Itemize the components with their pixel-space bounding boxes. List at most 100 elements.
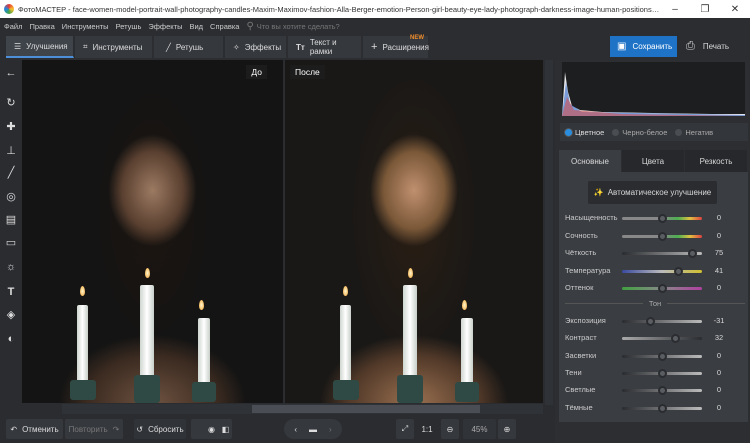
search-input[interactable]: ⚲ Что вы хотите сделать? bbox=[246, 21, 339, 32]
slider-handle[interactable] bbox=[658, 368, 667, 378]
menu-retouch[interactable]: Ретушь bbox=[116, 22, 142, 31]
slider-value[interactable]: 32 bbox=[710, 333, 728, 342]
slider-value[interactable]: 0 bbox=[710, 283, 728, 292]
slider-handle[interactable] bbox=[688, 249, 697, 258]
slider-value[interactable]: 75 bbox=[710, 248, 728, 257]
restore-button[interactable]: ❐ bbox=[690, 4, 720, 15]
back-arrow-icon[interactable]: ← bbox=[4, 66, 18, 80]
slider-value[interactable]: 0 bbox=[710, 403, 728, 412]
close-button[interactable]: ✕ bbox=[720, 4, 750, 15]
fill-icon[interactable]: ◈ bbox=[4, 308, 18, 322]
candle-holder bbox=[397, 375, 423, 403]
gradient-filter-icon[interactable]: ▤ bbox=[4, 213, 18, 227]
zoom-level[interactable]: 45% bbox=[463, 419, 496, 439]
slider-track[interactable] bbox=[622, 284, 702, 293]
save-button[interactable]: ▣ Сохранить bbox=[610, 36, 677, 57]
slider-value[interactable]: 41 bbox=[710, 266, 728, 275]
scrollbar-thumb[interactable] bbox=[252, 405, 480, 413]
slider-value[interactable]: -31 bbox=[710, 316, 728, 325]
slider-track[interactable] bbox=[622, 249, 702, 258]
text-icon[interactable]: T bbox=[4, 285, 18, 299]
radial-filter-icon[interactable]: ◎ bbox=[4, 190, 18, 204]
auto-enhance-button[interactable]: ✨ Автоматическое улучшение bbox=[588, 181, 717, 204]
healing-patch-icon[interactable]: ✚ bbox=[4, 120, 18, 134]
reset-button[interactable]: ↺ Сбросить bbox=[134, 419, 186, 439]
light-icon[interactable]: ☼ bbox=[4, 260, 18, 274]
prev-image-icon[interactable]: ‹ bbox=[294, 425, 297, 434]
slider-track[interactable] bbox=[622, 317, 702, 326]
menu-help[interactable]: Справка bbox=[210, 22, 239, 31]
reset-icon: ↺ bbox=[136, 424, 144, 434]
tab-label: Текст и рамки bbox=[309, 38, 337, 56]
slider-track[interactable] bbox=[622, 334, 702, 344]
vertical-scrollbar[interactable] bbox=[545, 60, 553, 405]
slider-handle[interactable] bbox=[674, 266, 684, 276]
panel-tab-sharpness[interactable]: Резкость bbox=[685, 150, 747, 172]
zoom-in-button[interactable]: ⊕ bbox=[498, 419, 516, 439]
slider-label: Насыщенность bbox=[565, 213, 618, 222]
brush-icon[interactable]: ╱ bbox=[4, 166, 18, 180]
slider-value[interactable]: 0 bbox=[710, 231, 728, 240]
next-image-icon[interactable]: › bbox=[329, 425, 332, 434]
tab-effects[interactable]: ✧ Эффекты bbox=[225, 36, 287, 58]
slider-value[interactable]: 0 bbox=[710, 213, 728, 222]
panel-tab-basic[interactable]: Основные bbox=[559, 150, 621, 172]
print-button[interactable]: ⎙ Печать bbox=[682, 36, 744, 57]
actual-size-button[interactable]: 1:1 bbox=[417, 419, 437, 439]
undo-button[interactable]: ↶ Отменить bbox=[6, 419, 63, 439]
mode-label: Цветное bbox=[575, 127, 605, 137]
tab-extensions[interactable]: + Расширения NEW bbox=[363, 35, 429, 58]
rotate-icon[interactable]: ↻ bbox=[4, 96, 18, 110]
magic-wand-icon: ✧ bbox=[233, 42, 240, 52]
slider-track[interactable] bbox=[622, 231, 702, 241]
slider-handle[interactable] bbox=[658, 403, 667, 413]
slider-value[interactable]: 0 bbox=[710, 351, 728, 360]
slider-value[interactable]: 0 bbox=[710, 385, 728, 394]
slider-track[interactable] bbox=[622, 368, 702, 378]
slider-row: Оттенок 0 bbox=[565, 283, 745, 295]
stamp-icon[interactable]: ⊥ bbox=[4, 144, 18, 158]
slider-handle[interactable] bbox=[658, 284, 667, 293]
slider-track[interactable] bbox=[622, 351, 702, 361]
mode-negative[interactable]: Негатив bbox=[675, 128, 713, 137]
compare-button[interactable]: ◧ bbox=[219, 419, 232, 439]
slider-handle[interactable] bbox=[658, 386, 667, 396]
redo-button[interactable]: Повторить ↷ bbox=[65, 419, 123, 439]
menu-file[interactable]: Файл bbox=[4, 22, 22, 31]
slider-handle[interactable] bbox=[658, 231, 667, 241]
slider-row: Чёткость 75 bbox=[565, 248, 745, 260]
slider-value[interactable]: 0 bbox=[710, 368, 728, 377]
tab-enhancements[interactable]: ☰ Улучшения bbox=[6, 36, 74, 58]
fit-screen-button[interactable]: ⤢ bbox=[396, 419, 414, 439]
menu-edit[interactable]: Правка bbox=[29, 22, 54, 31]
vignette-icon[interactable]: ▭ bbox=[4, 236, 18, 250]
slider-handle[interactable] bbox=[658, 214, 667, 223]
sticker-icon[interactable]: ◐ bbox=[4, 332, 18, 346]
mode-bw[interactable]: Черно-белое bbox=[612, 128, 667, 137]
tab-tools[interactable]: ⌗ Инструменты bbox=[75, 36, 153, 58]
slider-track[interactable] bbox=[622, 403, 702, 413]
slider-handle[interactable] bbox=[658, 351, 667, 361]
folder-icon[interactable]: ▬ bbox=[309, 425, 317, 434]
slider-label: Температура bbox=[565, 265, 611, 275]
menu-view[interactable]: Вид bbox=[189, 22, 203, 31]
tab-text-frames[interactable]: Tт Текст и рамки bbox=[288, 36, 362, 58]
slider-handle[interactable] bbox=[645, 317, 655, 326]
slider-track[interactable] bbox=[622, 386, 702, 396]
slider-row: Контраст 32 bbox=[565, 333, 745, 345]
menu-effects[interactable]: Эффекты bbox=[148, 22, 182, 31]
panel-tab-colors[interactable]: Цвета bbox=[622, 150, 684, 172]
mode-color[interactable]: Цветное bbox=[565, 128, 604, 137]
after-image: После bbox=[285, 60, 543, 403]
after-label: После bbox=[290, 65, 325, 79]
slider-handle[interactable] bbox=[670, 334, 680, 344]
minimize-button[interactable]: – bbox=[660, 4, 690, 15]
zoom-out-button[interactable]: ⊖ bbox=[441, 419, 459, 439]
histogram bbox=[562, 62, 745, 116]
slider-track[interactable] bbox=[622, 266, 702, 276]
menu-tools[interactable]: Инструменты bbox=[62, 22, 109, 31]
tab-retouch[interactable]: ╱ Ретушь bbox=[154, 36, 224, 58]
flame bbox=[199, 300, 204, 310]
slider-track[interactable] bbox=[622, 214, 702, 223]
horizontal-scrollbar[interactable] bbox=[62, 404, 543, 414]
